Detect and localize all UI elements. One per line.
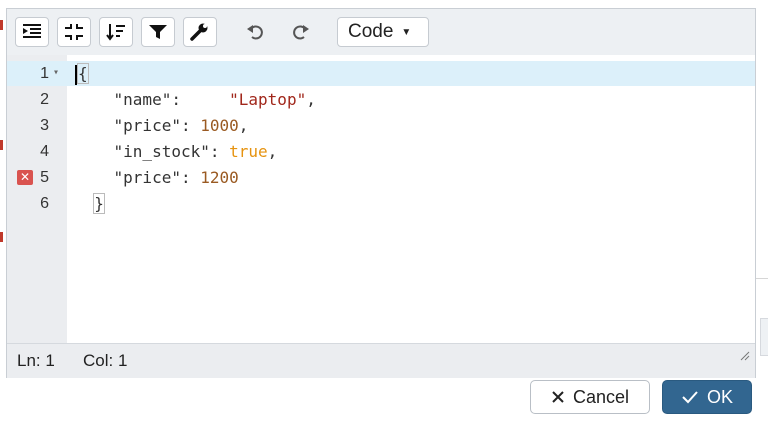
resize-grip-icon[interactable]	[740, 340, 750, 374]
format-button[interactable]	[15, 17, 49, 47]
sort-icon	[106, 24, 125, 41]
ok-button[interactable]: OK	[662, 380, 752, 414]
code-line: 4 "in_stock": true,	[7, 139, 755, 164]
line-number: 5	[40, 169, 49, 186]
repair-button[interactable]	[183, 17, 217, 47]
chevron-down-icon: ▼	[401, 26, 412, 38]
mode-label: Code	[348, 21, 394, 42]
line-number: 2	[40, 91, 49, 108]
cancel-label: Cancel	[572, 386, 630, 407]
code-line: 1 ▾ {	[7, 61, 755, 86]
close-icon	[552, 391, 564, 403]
filter-icon	[149, 25, 167, 39]
code-text: "name": "Laptop",	[113, 90, 316, 109]
cursor-line-status: Ln: 1	[17, 351, 55, 370]
line-number: 3	[40, 117, 49, 134]
code-text: "price": 1200	[113, 168, 239, 187]
line-number: 1	[40, 65, 49, 82]
code-text: "price": 1000,	[113, 116, 249, 135]
text-cursor	[75, 64, 77, 85]
line-number: 6	[40, 195, 49, 212]
redo-button[interactable]	[283, 17, 317, 47]
code-text: {	[75, 61, 89, 86]
undo-button[interactable]	[239, 17, 273, 47]
background-panel	[760, 318, 768, 356]
code-line: 2 "name": "Laptop",	[7, 87, 755, 112]
code-editor[interactable]: 1 ▾ { 2 "name": "Laptop", 3 "price": 100…	[7, 55, 755, 343]
cancel-button[interactable]: Cancel	[530, 380, 650, 414]
line-number: 4	[40, 143, 49, 160]
code-text: }	[93, 193, 105, 214]
background-marker	[0, 140, 3, 150]
code-line: ✕ 5 "price": 1200	[7, 165, 755, 190]
filter-button[interactable]	[141, 17, 175, 47]
background-marker	[0, 232, 3, 242]
fold-toggle-icon[interactable]: ▾	[53, 60, 59, 85]
code-text: "in_stock": true,	[113, 142, 278, 161]
code-line: 3 "price": 1000,	[7, 113, 755, 138]
mode-dropdown[interactable]: Code ▼	[337, 17, 429, 47]
sort-button[interactable]	[99, 17, 133, 47]
code-line: 6 }	[7, 191, 755, 216]
redo-icon	[293, 25, 309, 40]
wrench-icon	[190, 23, 208, 41]
editor-toolbar: Code ▼	[7, 9, 755, 56]
cursor-column-status: Col: 1	[83, 351, 128, 370]
undo-icon	[247, 25, 263, 40]
json-editor-dialog: Code ▼ 1 ▾ { 2 "name": "Laptop", 3 "pric…	[6, 8, 756, 378]
ok-label: OK	[706, 386, 733, 407]
compact-button[interactable]	[57, 17, 91, 47]
check-icon	[682, 391, 698, 404]
background-divider	[756, 278, 768, 279]
background-marker	[0, 20, 3, 30]
indent-icon	[23, 24, 41, 38]
collapse-icon	[65, 24, 83, 40]
status-bar: Ln: 1 Col: 1	[7, 343, 755, 378]
